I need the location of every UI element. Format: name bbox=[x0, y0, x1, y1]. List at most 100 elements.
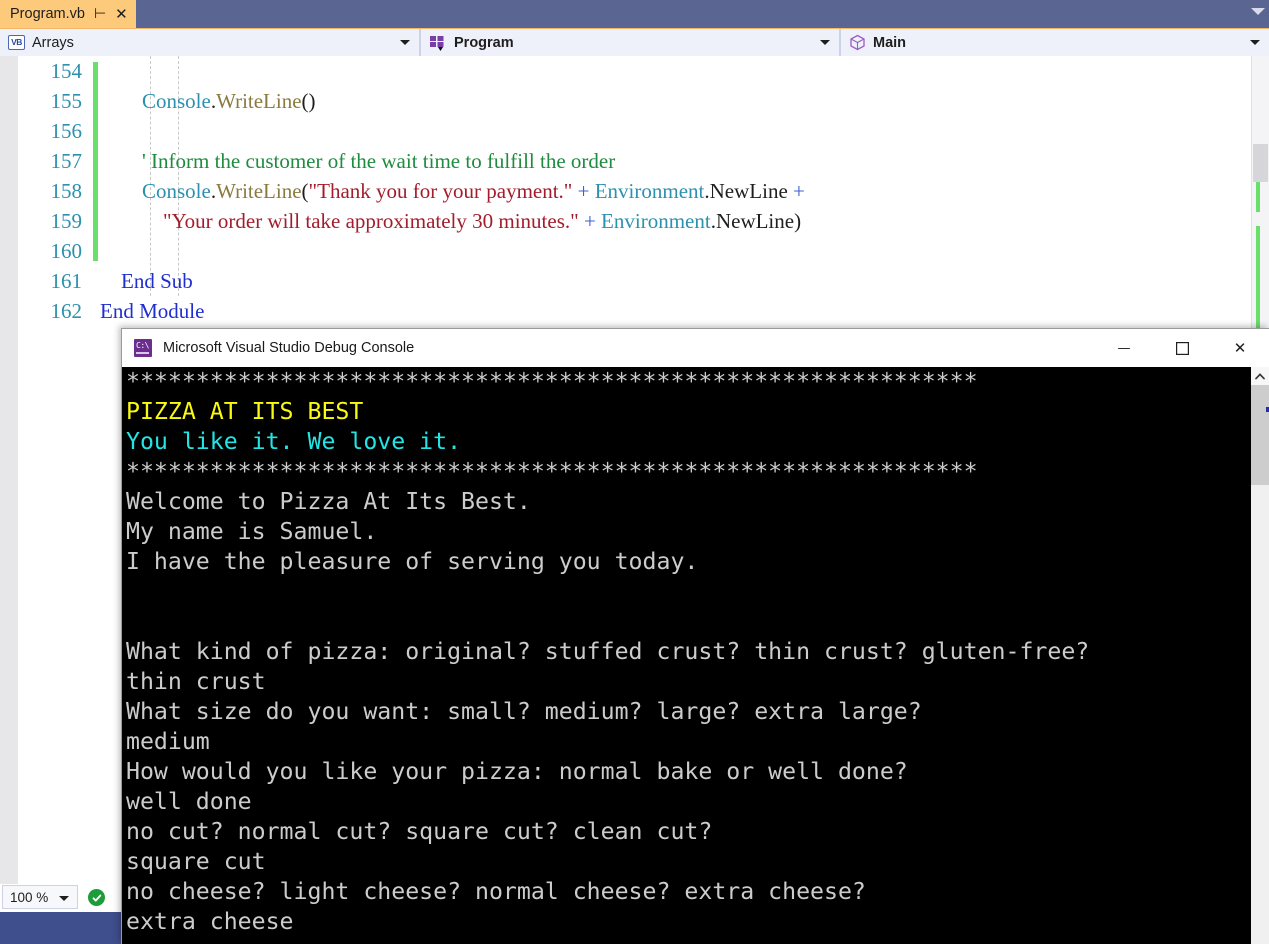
code-token: ) bbox=[794, 209, 802, 233]
close-icon[interactable]: ✕ bbox=[115, 6, 128, 22]
method-icon bbox=[849, 34, 866, 51]
code-token: NewLine bbox=[715, 209, 795, 233]
line-number-gutter: 154 155 156 157 158 159 160 161 162 bbox=[18, 56, 90, 326]
line-number: 156 bbox=[50, 119, 83, 143]
console-scroll-thumb[interactable] bbox=[1251, 385, 1269, 485]
code-line[interactable]: End Module bbox=[100, 296, 1251, 326]
editor-tab-strip: Program.vb ⊢ ✕ bbox=[0, 0, 1269, 28]
chevron-down-icon[interactable] bbox=[400, 40, 410, 45]
console-app-icon: C:\ bbox=[134, 339, 152, 357]
editor-indicator-margin bbox=[0, 56, 18, 884]
console-output-line: no cheese? light cheese? normal cheese? … bbox=[126, 878, 866, 905]
code-line[interactable]: End Sub bbox=[100, 266, 1251, 296]
code-line[interactable]: Console.WriteLine() bbox=[100, 86, 1251, 116]
console-output-line: I have the pleasure of serving you today… bbox=[126, 548, 699, 575]
editor-tab-program-vb[interactable]: Program.vb ⊢ ✕ bbox=[0, 0, 136, 28]
code-text[interactable]: Console.WriteLine() ' Inform the custome… bbox=[100, 56, 1251, 326]
console-window-title: Microsoft Visual Studio Debug Console bbox=[163, 340, 415, 356]
console-vertical-scrollbar[interactable] bbox=[1251, 367, 1269, 944]
line-number: 157 bbox=[50, 149, 83, 173]
vb-file-icon: VB bbox=[8, 35, 25, 50]
line-number: 154 bbox=[50, 59, 83, 83]
project-dropdown-label: Arrays bbox=[32, 34, 74, 51]
member-dropdown-label: Main bbox=[873, 34, 907, 51]
code-token: () bbox=[301, 89, 316, 113]
close-button[interactable]: ✕ bbox=[1211, 329, 1269, 367]
console-output-line: PIZZA AT ITS BEST bbox=[126, 398, 364, 425]
code-token: ' Inform the customer of the wait time t… bbox=[100, 149, 616, 173]
console-output-area[interactable]: ****************************************… bbox=[122, 367, 1269, 944]
console-output-line: no cut? normal cut? square cut? clean cu… bbox=[126, 818, 713, 845]
zoom-level-dropdown[interactable]: 100 % bbox=[2, 885, 78, 909]
code-token: NewLine bbox=[709, 179, 788, 203]
code-token: Environment bbox=[601, 209, 711, 233]
editor-tab-label: Program.vb bbox=[10, 6, 85, 22]
code-token: WriteLine bbox=[216, 89, 302, 113]
code-line[interactable] bbox=[100, 236, 1251, 266]
app-root: Program.vb ⊢ ✕ VB Arrays Program Main 15… bbox=[0, 0, 1269, 944]
chevron-down-icon[interactable] bbox=[1250, 40, 1260, 45]
line-number: 161 bbox=[50, 269, 83, 293]
code-line[interactable]: Console.WriteLine("Thank you for your pa… bbox=[100, 176, 1251, 206]
type-dropdown[interactable]: Program bbox=[420, 29, 840, 56]
line-number: 160 bbox=[50, 239, 83, 263]
editor-scroll-thumb[interactable] bbox=[1253, 144, 1268, 182]
project-dropdown[interactable]: VB Arrays bbox=[0, 29, 420, 56]
chevron-down-icon[interactable] bbox=[59, 896, 69, 901]
code-token: ( bbox=[301, 179, 309, 203]
code-token: "Your order will take approximately 30 m… bbox=[163, 209, 579, 233]
console-output-line: What size do you want: small? medium? la… bbox=[126, 698, 922, 725]
console-output-line: medium bbox=[126, 728, 210, 755]
console-title-bar[interactable]: C:\ Microsoft Visual Studio Debug Consol… bbox=[122, 329, 1269, 367]
console-output-line: How would you like your pizza: normal ba… bbox=[126, 758, 908, 785]
code-token: + bbox=[787, 179, 805, 203]
code-line[interactable]: ' Inform the customer of the wait time t… bbox=[100, 146, 1251, 176]
code-line[interactable] bbox=[100, 56, 1251, 86]
chevron-down-icon[interactable] bbox=[820, 40, 830, 45]
line-number: 155 bbox=[50, 89, 83, 113]
code-line[interactable] bbox=[100, 116, 1251, 146]
code-token: End Sub bbox=[121, 269, 193, 293]
debug-console-window[interactable]: C:\ Microsoft Visual Studio Debug Consol… bbox=[121, 328, 1269, 944]
module-icon bbox=[429, 35, 447, 51]
console-output-line: thin crust bbox=[126, 668, 266, 695]
code-token: WriteLine bbox=[216, 179, 302, 203]
line-number: 158 bbox=[50, 179, 83, 203]
code-token: + bbox=[572, 179, 595, 203]
console-output-line: square cut bbox=[126, 848, 266, 875]
minimize-button[interactable]: — bbox=[1095, 329, 1153, 367]
code-navigation-bar: VB Arrays Program Main bbox=[0, 28, 1269, 56]
window-controls: — ✕ bbox=[1095, 329, 1269, 367]
code-token: End Module bbox=[100, 299, 205, 323]
line-number: 162 bbox=[50, 299, 83, 323]
type-dropdown-label: Program bbox=[454, 34, 514, 51]
chevron-up-icon[interactable] bbox=[1251, 367, 1269, 385]
maximize-button[interactable] bbox=[1153, 329, 1211, 367]
console-output-line: ****************************************… bbox=[126, 458, 978, 485]
chevron-down-icon[interactable] bbox=[1251, 8, 1265, 15]
code-line[interactable]: "Your order will take approximately 30 m… bbox=[100, 206, 1251, 236]
pin-icon[interactable]: ⊢ bbox=[94, 7, 106, 21]
console-output-text: ****************************************… bbox=[126, 367, 1089, 937]
code-token: Environment bbox=[594, 179, 705, 203]
console-output-line: well done bbox=[126, 788, 252, 815]
console-output-line: Welcome to Pizza At Its Best. bbox=[126, 488, 531, 515]
console-output-line: My name is Samuel. bbox=[126, 518, 378, 545]
code-token: "Thank you for your payment." bbox=[308, 179, 573, 203]
code-token: Console bbox=[142, 89, 211, 113]
zoom-level-label: 100 % bbox=[10, 889, 49, 905]
console-output-line: You like it. We love it. bbox=[126, 428, 462, 455]
line-number: 159 bbox=[50, 209, 83, 233]
code-token: + bbox=[578, 209, 602, 233]
console-output-line: What kind of pizza: original? stuffed cr… bbox=[126, 638, 1090, 665]
console-output-line: extra cheese bbox=[126, 908, 294, 935]
member-dropdown[interactable]: Main bbox=[840, 29, 1269, 56]
console-output-line: ****************************************… bbox=[126, 368, 978, 395]
green-check-icon[interactable] bbox=[88, 889, 105, 906]
